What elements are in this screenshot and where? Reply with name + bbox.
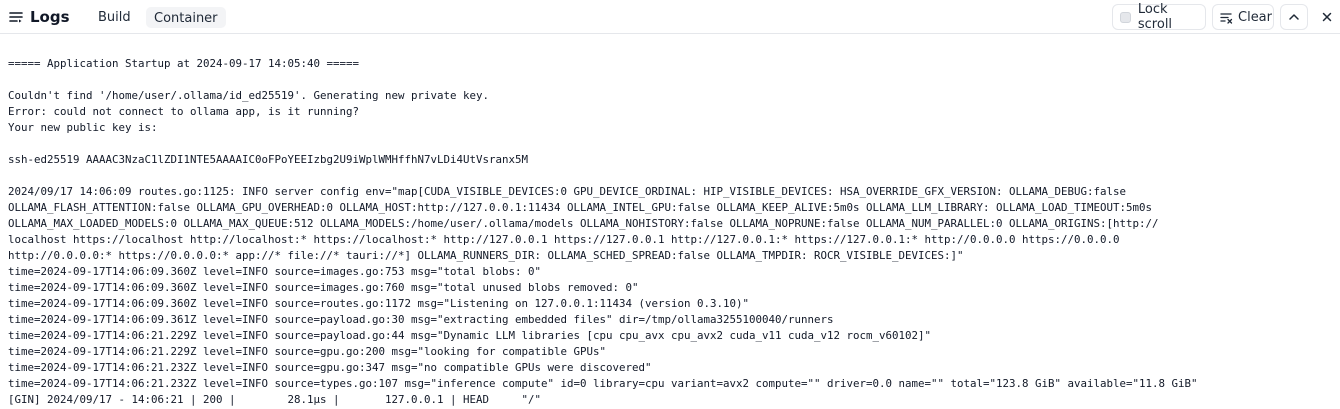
clear-list-icon xyxy=(1220,11,1233,24)
chevron-up-icon xyxy=(1289,14,1299,20)
list-lines-icon xyxy=(8,9,24,25)
log-line: ===== Application Startup at 2024-09-17 … xyxy=(8,57,360,70)
log-line: OLLAMA_MAX_LOADED_MODELS:0 OLLAMA_MAX_QU… xyxy=(8,217,1159,230)
log-line: time=2024-09-17T14:06:09.360Z level=INFO… xyxy=(8,265,542,278)
log-line: Couldn't find '/home/user/.ollama/id_ed2… xyxy=(8,89,490,102)
log-line: ssh-ed25519 AAAAC3NzaC1lZDI1NTE5AAAAIC0o… xyxy=(8,153,529,166)
page-title: Logs xyxy=(30,8,70,26)
lock-scroll-button[interactable]: Lock scroll xyxy=(1112,2,1206,32)
log-line: [GIN] 2024/09/17 - 14:06:21 | 200 | 28.1… xyxy=(8,393,542,406)
log-line: Error: could not connect to ollama app, … xyxy=(8,105,360,118)
tab-container[interactable]: Container xyxy=(146,7,226,28)
clear-label: Clear xyxy=(1238,9,1272,25)
log-line: time=2024-09-17T14:06:21.232Z level=INFO… xyxy=(8,377,1198,390)
clear-button[interactable]: Clear xyxy=(1212,4,1274,30)
close-icon xyxy=(1322,12,1332,22)
log-line: localhost https://localhost http://local… xyxy=(8,233,1120,246)
log-line: time=2024-09-17T14:06:09.360Z level=INFO… xyxy=(8,281,639,294)
log-output[interactable]: ===== Application Startup at 2024-09-17 … xyxy=(8,56,1334,408)
log-line: time=2024-09-17T14:06:21.232Z level=INFO… xyxy=(8,361,652,374)
log-line: 2024/09/17 14:06:09 routes.go:1125: INFO… xyxy=(8,185,1127,198)
log-line: Your new public key is: xyxy=(8,121,158,134)
lock-scroll-label: Lock scroll xyxy=(1137,2,1173,32)
log-line: http://0.0.0.0:* https://0.0.0.0:* app:/… xyxy=(8,249,964,262)
log-line: time=2024-09-17T14:06:09.360Z level=INFO… xyxy=(8,297,750,310)
close-button[interactable] xyxy=(1313,4,1340,30)
log-line: time=2024-09-17T14:06:09.361Z level=INFO… xyxy=(8,313,834,326)
log-line: time=2024-09-17T14:06:21.229Z level=INFO… xyxy=(8,345,607,358)
log-line: time=2024-09-17T14:06:21.229Z level=INFO… xyxy=(8,329,932,342)
logs-title-group: Logs xyxy=(8,0,70,34)
log-line: OLLAMA_FLASH_ATTENTION:false OLLAMA_GPU_… xyxy=(8,201,1153,214)
checkbox-icon[interactable] xyxy=(1120,11,1131,23)
tab-build[interactable]: Build xyxy=(91,7,138,28)
scroll-top-button[interactable] xyxy=(1280,4,1308,30)
logs-header: Logs Build Container Lock scroll Clear xyxy=(0,0,1340,34)
